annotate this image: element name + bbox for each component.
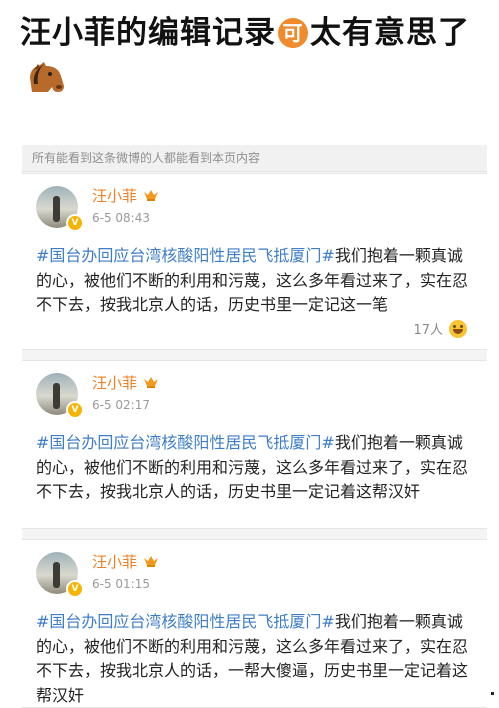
vip-crown-icon xyxy=(144,377,159,388)
post-text: #国台办回应台湾核酸阳性居民飞抵厦门#我们抱着一颗真诚的心，被他们不断的利用和污… xyxy=(36,431,476,505)
vip-crown-icon xyxy=(144,556,159,567)
article-headline: 汪小菲的编辑记录可太有意思了 xyxy=(20,10,480,104)
verified-badge-icon: V xyxy=(66,580,84,598)
verified-badge-icon: V xyxy=(66,214,84,232)
stray-dot xyxy=(491,692,494,695)
horse-face-icon xyxy=(30,62,64,92)
like-count[interactable]: 17人 xyxy=(413,320,467,341)
username-link[interactable]: 汪小菲 xyxy=(92,552,159,572)
post-timestamp: 6-5 01:15 xyxy=(92,577,150,591)
vip-crown-icon xyxy=(144,190,159,201)
smile-emoji-icon xyxy=(449,320,467,338)
post-card-2[interactable]: V 汪小菲 6-5 02:17 #国台办回应台湾核酸阳性居民飞抵厦门#我们抱着一… xyxy=(22,360,487,529)
privacy-notice: 所有能看到这条微博的人都能看到本页内容 xyxy=(22,145,487,172)
username-link[interactable]: 汪小菲 xyxy=(92,186,159,206)
headline-text-1: 汪小菲的编辑记录 xyxy=(20,15,276,51)
post-card-1[interactable]: V 汪小菲 6-5 08:43 #国台办回应台湾核酸阳性居民飞抵厦门#我们抱着一… xyxy=(22,173,487,350)
post-text: #国台办回应台湾核酸阳性居民飞抵厦门#我们抱着一颗真诚的心，被他们不断的利用和污… xyxy=(36,244,476,318)
username-link[interactable]: 汪小菲 xyxy=(92,373,159,393)
headline-text-2: 太有意思了 xyxy=(310,15,470,51)
verified-badge-icon: V xyxy=(66,401,84,419)
hashtag-link[interactable]: #国台办回应台湾核酸阳性居民飞抵厦门# xyxy=(36,246,335,265)
hashtag-link[interactable]: #国台办回应台湾核酸阳性居民飞抵厦门# xyxy=(36,612,335,631)
post-card-3[interactable]: V 汪小菲 6-5 01:15 #国台办回应台湾核酸阳性居民飞抵厦门#我们抱着一… xyxy=(22,539,487,708)
post-timestamp: 6-5 08:43 xyxy=(92,211,150,225)
ke-emoji-icon: 可 xyxy=(278,18,308,48)
post-text: #国台办回应台湾核酸阳性居民飞抵厦门#我们抱着一颗真诚的心，被他们不断的利用和污… xyxy=(36,610,476,708)
post-timestamp: 6-5 02:17 xyxy=(92,398,150,412)
hashtag-link[interactable]: #国台办回应台湾核酸阳性居民飞抵厦门# xyxy=(36,433,335,452)
